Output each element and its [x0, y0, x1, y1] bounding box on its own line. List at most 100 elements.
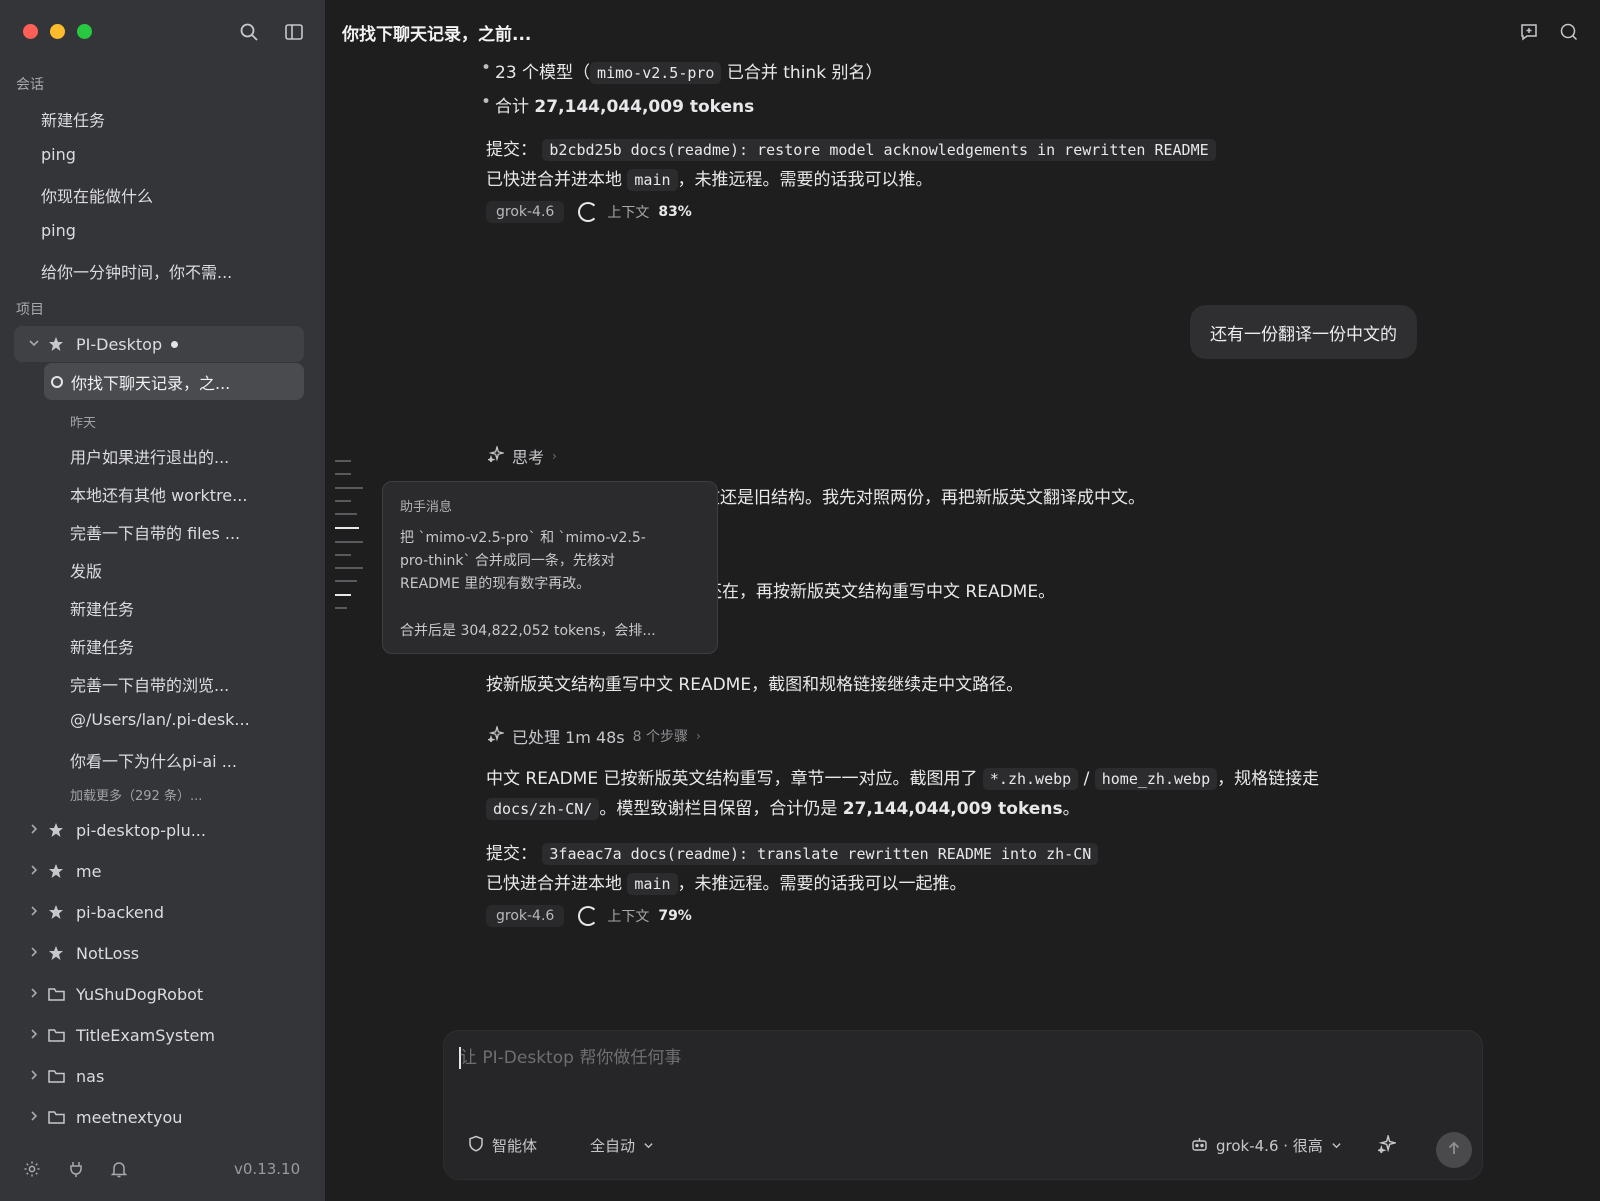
project-row[interactable]: TitleExamSystem [14, 1017, 304, 1053]
minimap-tick[interactable] [335, 607, 347, 609]
project-row[interactable]: YuShuDogRobot [14, 976, 304, 1012]
auto-mode-dropdown[interactable]: 全自动 [590, 1135, 654, 1156]
project-row[interactable]: nas [14, 1058, 304, 1094]
star-icon [48, 822, 68, 838]
sidebar: 会话 新建任务 ping 你现在能做什么 ping 给你一分钟时间，你不需...… [0, 0, 325, 1201]
thinking-toggle[interactable]: 思考 › [486, 444, 557, 468]
star-icon [48, 336, 68, 352]
chevron-right-icon: › [696, 729, 701, 743]
sessions-section-label: 会话 [16, 77, 44, 93]
minimap-tick[interactable] [335, 541, 363, 543]
tooltip-footer: 合并后是 304,822,052 tokens，会排... [400, 623, 656, 639]
thinking-label: 思考 [512, 448, 545, 467]
inline-code: *.zh.webp [982, 768, 1079, 790]
arrow-up-icon [1446, 1140, 1462, 1160]
context-value: 79% [658, 908, 692, 924]
star-icon [48, 945, 68, 961]
session-label: 你找下聊天记录，之... [71, 373, 231, 393]
page-title: 你找下聊天记录，之前... [342, 25, 532, 45]
load-more-link[interactable]: 加载更多（292 条）... [70, 785, 202, 804]
projects-section-label: 项目 [16, 302, 44, 318]
assistant-bold-text: 27,144,044,009 tokens [842, 799, 1063, 819]
commit-line: 提交： 3faeac7a docs(readme): translate rew… [486, 839, 1099, 865]
assistant-text: docs/zh-CN/。模型致谢栏目保留，合计仍是 27,144,044,009… [486, 794, 1080, 820]
zoom-window-button[interactable] [77, 24, 92, 39]
message-meta: grok-4.6 上下文 83% [486, 201, 692, 223]
assistant-text: 按新版英文结构重写中文 README，截图和规格链接继续走中文路径。 [486, 675, 1024, 695]
merge-text: 已快进合并进本地 [486, 874, 628, 894]
project-name: TitleExamSystem [76, 1025, 215, 1045]
session-item[interactable]: ping [41, 145, 76, 164]
inline-code: home_zh.webp [1094, 768, 1218, 790]
minimize-window-button[interactable] [50, 24, 65, 39]
minimap-tick[interactable] [335, 513, 357, 515]
send-button[interactable] [1436, 1132, 1472, 1168]
minimap-tick[interactable] [335, 487, 363, 489]
unsaved-indicator [171, 340, 179, 348]
session-item[interactable]: 新建任务 [70, 634, 134, 658]
bullet-text: 合计 [495, 97, 535, 117]
session-item[interactable]: @/Users/lan/.pi-desk... [70, 710, 250, 729]
folder-icon [48, 987, 68, 1002]
chevron-right-icon [24, 946, 44, 961]
session-item[interactable]: 你现在能做什么 [41, 183, 153, 207]
minimap-tick[interactable] [335, 460, 351, 462]
commit-label: 提交： [486, 844, 537, 864]
context-value: 83% [658, 204, 692, 220]
agent-mode-button[interactable]: 智能体 [468, 1135, 537, 1156]
session-item[interactable]: 给你一分钟时间，你不需... [41, 259, 232, 283]
minimap-tick[interactable] [335, 554, 351, 556]
assistant-text-part: 。模型致谢栏目保留，合计仍是 [599, 799, 843, 819]
close-window-button[interactable] [23, 24, 38, 39]
star-icon [48, 863, 68, 879]
project-name: me [76, 861, 102, 881]
new-chat-icon[interactable] [1517, 20, 1541, 44]
model-label: grok-4.6 · 很高 [1216, 1137, 1323, 1155]
context-usage: 上下文 79% [578, 906, 692, 926]
project-row[interactable]: pi-desktop-plu... [14, 812, 304, 848]
sidebar-toggle-icon[interactable] [282, 20, 306, 44]
assistant-text: 中文 README 已按新版英文结构重写，章节一一对应。截图用了 *.zh.we… [486, 764, 1320, 790]
prompt-input[interactable] [460, 1043, 1360, 1073]
project-row[interactable]: meetnextyou [14, 1099, 304, 1135]
session-item[interactable]: 你看一下为什么pi-ai ... [70, 748, 237, 772]
bell-icon[interactable] [109, 1159, 129, 1179]
project-row[interactable]: me [14, 853, 304, 889]
assistant-text-part: ，规格链接走 [1217, 769, 1320, 789]
project-row[interactable]: NotLoss [14, 935, 304, 971]
model-chip: grok-4.6 [486, 905, 565, 927]
search-chat-icon[interactable] [1557, 20, 1581, 44]
session-item[interactable]: ping [41, 221, 76, 240]
chevron-right-icon [24, 1110, 44, 1125]
context-label: 上下文 [607, 909, 650, 925]
minimap-tick[interactable] [335, 580, 357, 582]
plug-icon[interactable] [66, 1159, 86, 1179]
settings-gear-icon[interactable] [22, 1159, 42, 1179]
context-ring-icon [578, 906, 599, 926]
session-item[interactable]: 用户如果进行退出的... [70, 444, 229, 468]
project-name: NotLoss [76, 943, 140, 963]
session-item[interactable]: 完善一下自带的 files ... [70, 520, 240, 544]
minimap-tick-active[interactable] [335, 594, 351, 596]
minimap-tick[interactable] [335, 567, 363, 569]
minimap-tick-active[interactable] [335, 527, 359, 529]
session-item[interactable]: 发版 [70, 558, 102, 582]
project-name: meetnextyou [76, 1107, 183, 1127]
minimap-tick[interactable] [335, 500, 351, 502]
processed-steps-toggle[interactable]: 已处理 1m 48s 8 个步骤 › [486, 724, 701, 748]
sparkle-button[interactable] [1376, 1133, 1398, 1157]
session-item[interactable]: 本地还有其他 worktre... [70, 482, 247, 506]
app-version: v0.13.10 [234, 1160, 301, 1178]
minimap-tick[interactable] [335, 473, 351, 475]
project-pi-desktop[interactable]: PI-Desktop [14, 326, 304, 362]
date-group-label: 昨天 [70, 416, 97, 431]
search-icon[interactable] [237, 20, 261, 44]
model-selector[interactable]: grok-4.6 · 很高 [1191, 1135, 1342, 1156]
running-status-icon [51, 375, 63, 388]
commit-line: 提交： b2cbd25b docs(readme): restore model… [486, 135, 1216, 161]
project-row[interactable]: pi-backend [14, 894, 304, 930]
session-item[interactable]: 完善一下自带的浏览... [70, 672, 229, 696]
session-item[interactable]: 新建任务 [41, 107, 105, 131]
active-session-item[interactable]: 你找下聊天记录，之... [44, 363, 304, 400]
session-item[interactable]: 新建任务 [70, 596, 134, 620]
